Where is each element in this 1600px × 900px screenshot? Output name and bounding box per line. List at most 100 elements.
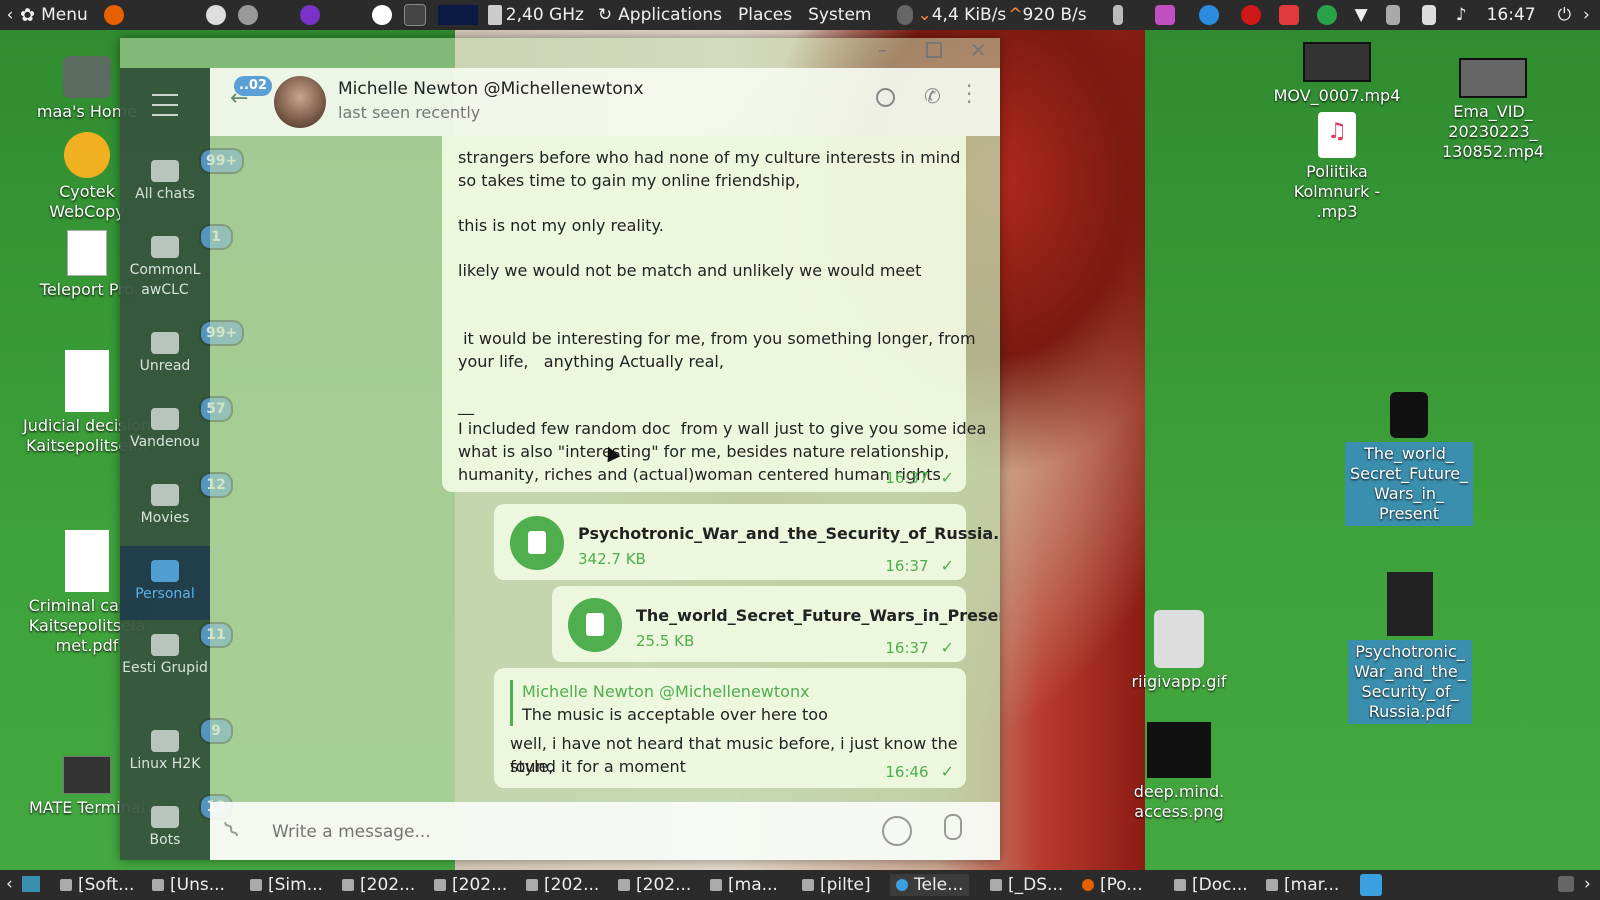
settings-gear-icon[interactable]: [237, 5, 258, 25]
volume-icon[interactable]: ♪: [1456, 5, 1467, 25]
desktop-icon-deepmind[interactable]: deep.mind. access.png: [1114, 722, 1244, 822]
taskbar-item[interactable]: [_DS...: [990, 874, 1063, 896]
tray-wifi-icon[interactable]: ▼: [1355, 5, 1368, 25]
taskbar-item[interactable]: [202...: [434, 874, 507, 896]
window-icon: [60, 879, 72, 891]
chat-avatar[interactable]: [274, 76, 326, 128]
menu-places[interactable]: Places: [738, 5, 792, 25]
menu-applications[interactable]: Applications: [618, 5, 722, 25]
close-icon[interactable]: ✕: [970, 38, 987, 62]
hamburger-menu-icon[interactable]: [152, 94, 178, 116]
folder-unread[interactable]: 99+ Unread: [120, 320, 245, 376]
folder-commonlaw[interactable]: 1 CommonL awCLC: [120, 224, 233, 300]
tor-browser-icon[interactable]: [299, 5, 320, 25]
message-text-line: strangers before who had none of my cult…: [458, 148, 961, 167]
folder-label: Linux H2K: [129, 756, 201, 772]
desktop-icon-mov[interactable]: MOV_0007.mp4: [1272, 42, 1402, 106]
battery-icon[interactable]: [1421, 5, 1436, 25]
reply-quoted-text[interactable]: The music is acceptable over here too: [522, 703, 828, 726]
taskbar-item[interactable]: [ma...: [710, 874, 778, 896]
coat-of-arms-icon: [1154, 610, 1204, 668]
taskbar-item[interactable]: [202...: [342, 874, 415, 896]
attach-paperclip-icon[interactable]: ⌇: [218, 816, 245, 845]
folder-label: Personal: [135, 586, 195, 602]
tray-app-purple-icon[interactable]: [1154, 5, 1175, 25]
chats-icon: 99+: [151, 320, 245, 354]
taskbar-item-active[interactable]: Tele...: [890, 874, 970, 896]
trash-icon[interactable]: [1558, 876, 1574, 892]
message-text-line: I included few random doc from y wall ju…: [458, 419, 987, 438]
phone-call-icon[interactable]: ✆: [924, 84, 941, 108]
folder-bots[interactable]: 13 Bots: [120, 794, 233, 850]
clock[interactable]: 16:47: [1487, 5, 1536, 25]
message-input[interactable]: [270, 816, 854, 848]
taskbar-item[interactable]: [202...: [526, 874, 599, 896]
opera-icon[interactable]: [371, 5, 392, 25]
taskbar-item[interactable]: [Po...: [1082, 874, 1143, 896]
firefox-launcher-icon[interactable]: [103, 5, 124, 25]
more-options-icon[interactable]: · · ·: [966, 76, 972, 112]
tray-shield-icon[interactable]: [1316, 5, 1337, 25]
image-icon: [1147, 722, 1211, 778]
desktop-icon-poliitika[interactable]: ♫ Poliitika Kolmnurk - .mp3: [1272, 112, 1402, 222]
window-icon: [618, 879, 630, 891]
window-icon: [250, 879, 262, 891]
taskbar-scroll-right-icon[interactable]: ›: [1584, 874, 1591, 894]
video-icon: [1459, 58, 1527, 98]
taskbar-item[interactable]: [202...: [618, 874, 691, 896]
taskbar-item[interactable]: [Doc...: [1174, 874, 1248, 896]
taskbar-item-label: [Po...: [1100, 875, 1143, 895]
tray-screenshot-icon[interactable]: [1278, 5, 1299, 25]
emoji-icon[interactable]: [882, 816, 912, 846]
desktop-icon-label: Ema_VID_ 20230223_ 130852.mp4: [1441, 102, 1545, 161]
message-file-world-secret[interactable]: The_world_Secret_Future_Wars_in_Present …: [552, 586, 1000, 662]
message-time: 16:37: [885, 557, 929, 575]
message-file-psychotronic[interactable]: Psychotronic_War_and_the_Security_of_Rus…: [494, 504, 1000, 580]
panel-scroll-left-icon[interactable]: ‹: [0, 0, 20, 30]
tray-record-icon[interactable]: [1240, 5, 1261, 25]
folder-eesti-grupid[interactable]: 11 Eesti Grupid: [120, 622, 233, 678]
folder-linux-h2k[interactable]: 9 Linux H2K: [120, 718, 233, 774]
taskbar-item[interactable]: [Soft...: [60, 874, 134, 896]
power-icon[interactable]: ⏻: [1558, 5, 1571, 25]
folder-all-chats[interactable]: 99+ All chats: [120, 148, 245, 204]
main-menu-button[interactable]: ✿ Menu: [20, 0, 98, 30]
taskbar-item[interactable]: [mar...: [1266, 874, 1339, 896]
desktop-icon-ema-vid[interactable]: Ema_VID_ 20230223_ 130852.mp4: [1428, 58, 1558, 162]
folder-movies[interactable]: 12 Movies: [120, 472, 233, 528]
window-titlebar[interactable]: – ✕: [120, 38, 1000, 68]
maximize-icon[interactable]: [926, 42, 942, 58]
app-launcher-icon[interactable]: [205, 5, 226, 25]
message-reply[interactable]: Michelle Newton @Michellenewtonx The mus…: [494, 668, 966, 788]
folder-personal[interactable]: Personal: [120, 546, 210, 620]
cpu-freq-icon: [487, 5, 502, 25]
search-icon[interactable]: [876, 88, 895, 107]
file-download-icon[interactable]: [568, 598, 622, 652]
reply-quoted-author[interactable]: Michelle Newton @Michellenewtonx: [522, 680, 810, 703]
terminal-launcher-icon[interactable]: [403, 4, 426, 26]
taskbar-item[interactable]: [Uns...: [152, 874, 225, 896]
show-desktop-icon[interactable]: [22, 876, 40, 892]
chat-title[interactable]: Michelle Newton @Michellenewtonx: [338, 79, 644, 99]
panel-scroll-right-icon[interactable]: ›: [1583, 5, 1590, 25]
microphone-icon[interactable]: [944, 814, 962, 840]
menu-system[interactable]: System: [808, 5, 871, 25]
taskbar-item[interactable]: [pilte]: [802, 874, 871, 896]
taskbar-item[interactable]: [Sim...: [250, 874, 323, 896]
taskbar-scroll-left-icon[interactable]: ‹: [6, 874, 13, 894]
folder-vandenou[interactable]: 57 Vandenou: [120, 396, 233, 452]
bluetooth-icon[interactable]: [1112, 5, 1123, 25]
minimize-icon[interactable]: –: [878, 40, 887, 61]
desktop-icon-world-secret[interactable]: The_world_ Secret_Future_ Wars_in_ Prese…: [1345, 392, 1473, 526]
desktop-icon-psychotronic[interactable]: Psychotronic_ War_and_the_ Security_of_ …: [1348, 572, 1472, 724]
notifications-bell-icon[interactable]: [1385, 5, 1400, 25]
file-download-icon[interactable]: [510, 516, 564, 570]
message-list[interactable]: strangers before who had none of my cult…: [210, 136, 1000, 802]
tray-chrome-icon[interactable]: [1198, 5, 1219, 25]
desktop-icon-riigivapp[interactable]: riigivapp.gif: [1114, 610, 1244, 692]
terminal-window-icon: [710, 879, 722, 891]
telegram-tray-icon[interactable]: [1360, 874, 1382, 896]
message-bubble-incoming[interactable]: strangers before who had none of my cult…: [442, 136, 986, 492]
cpu-freq-text[interactable]: 2,40 GHz: [506, 5, 584, 25]
wifi-signal-icon[interactable]: [897, 5, 914, 25]
